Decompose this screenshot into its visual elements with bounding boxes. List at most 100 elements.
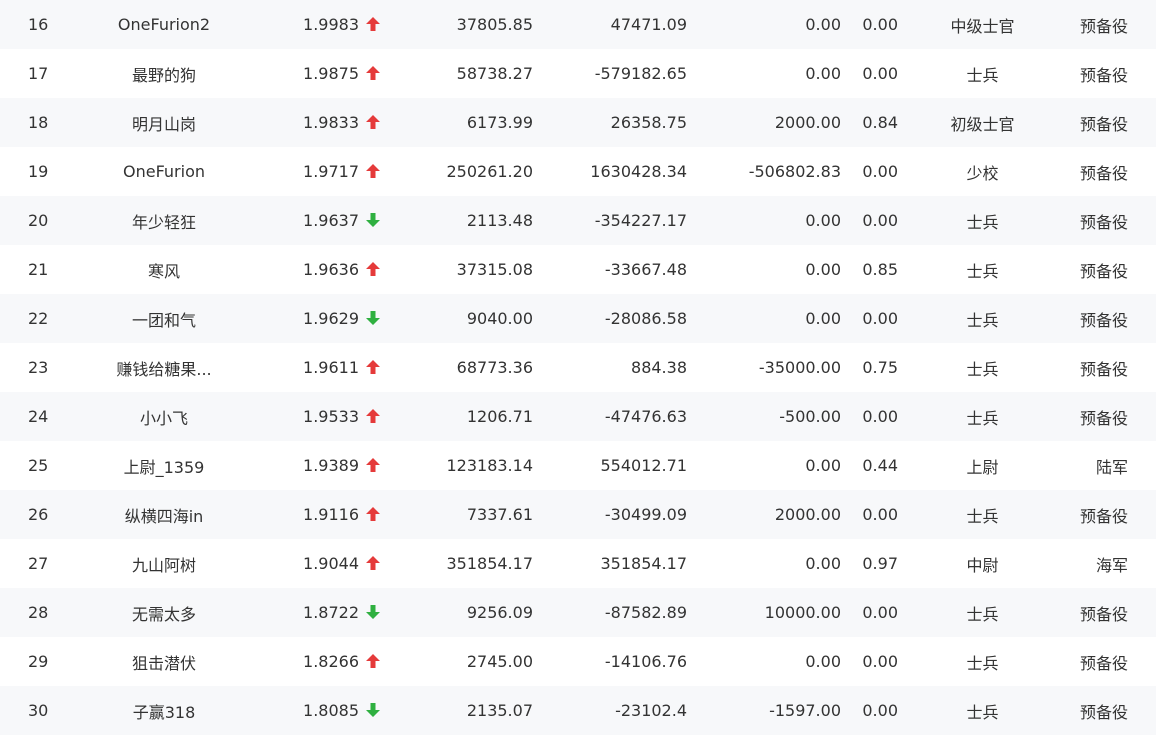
table-row[interactable]: 29 狙击潜伏 1.8266 2745.00 -14106.76 0.00 0.00 士兵 预备… [0, 637, 1156, 686]
value-2: -579182.65 [594, 64, 687, 83]
value-1: 1206.71 [466, 407, 533, 426]
value-1: 123183.14 [446, 456, 533, 475]
rank-cell: 21 [28, 260, 49, 279]
player-name: 狙击潜伏 [131, 653, 196, 673]
trend-cell [365, 490, 415, 539]
arrow-up-icon [366, 360, 380, 374]
army-branch: 预备役 [1079, 408, 1128, 428]
army-branch: 海军 [1095, 555, 1128, 575]
ratio-value: 1.9533 [303, 407, 359, 426]
trend-cell [365, 196, 415, 245]
value-3: 2000.00 [774, 505, 841, 524]
ratio-value: 1.9629 [303, 309, 359, 328]
rank-cell: 26 [28, 505, 49, 524]
table-row[interactable]: 16 OneFurion2 1.9983 37805.85 47471.09 0.00 0.… [0, 0, 1156, 49]
value-2: 884.38 [631, 358, 687, 377]
value-4: 0.00 [862, 162, 898, 181]
player-name: OneFurion2 [117, 15, 211, 34]
player-name: 寒风 [147, 261, 180, 281]
player-name: 上尉_1359 [123, 457, 205, 477]
player-name: 年少轻狂 [131, 212, 196, 232]
rank-cell: 28 [28, 603, 49, 622]
player-name: 纵横四海in [124, 506, 204, 526]
table-row[interactable]: 19 OneFurion 1.9717 250261.20 1630428.34 -506… [0, 147, 1156, 196]
ratio-value: 1.9116 [303, 505, 359, 524]
value-4: 0.84 [862, 113, 898, 132]
ratio-value: 1.9637 [303, 211, 359, 230]
player-name: 九山阿树 [131, 555, 196, 575]
arrow-up-icon [366, 262, 380, 276]
value-2: -23102.4 [615, 701, 687, 720]
value-2: -30499.09 [604, 505, 687, 524]
military-rank: 士兵 [966, 65, 999, 85]
military-rank: 士兵 [966, 359, 999, 379]
rank-cell: 25 [28, 456, 49, 475]
table-row[interactable]: 26 纵横四海in 1.9116 7337.61 -30499.09 2000.00 0.0… [0, 490, 1156, 539]
value-2: -33667.48 [604, 260, 687, 279]
value-3: 0.00 [805, 64, 841, 83]
ratio-value: 1.8085 [303, 701, 359, 720]
military-rank: 上尉 [966, 457, 999, 477]
ratio-value: 1.9611 [303, 358, 359, 377]
player-name: 无需太多 [131, 604, 196, 624]
rank-cell: 17 [28, 64, 49, 83]
value-2: 554012.71 [600, 456, 687, 475]
value-3: 0.00 [805, 211, 841, 230]
value-3: 0.00 [805, 554, 841, 573]
value-4: 0.00 [862, 64, 898, 83]
table-row[interactable]: 22 一团和气 1.9629 9040.00 -28086.58 0.00 0.00 士兵 预备… [0, 294, 1156, 343]
army-branch: 预备役 [1079, 114, 1128, 134]
value-4: 0.75 [862, 358, 898, 377]
value-3: -506802.83 [748, 162, 841, 181]
army-branch: 陆军 [1095, 457, 1128, 477]
value-2: -28086.58 [604, 309, 687, 328]
value-1: 9040.00 [466, 309, 533, 328]
trend-cell [365, 686, 415, 735]
army-branch: 预备役 [1079, 65, 1128, 85]
leaderboard-body: 16 OneFurion2 1.9983 37805.85 47471.09 0.00 0.… [0, 0, 1156, 735]
value-3: -1597.00 [769, 701, 841, 720]
player-name: 一团和气 [131, 310, 196, 330]
table-row[interactable]: 21 寒风 1.9636 37315.08 -33667.48 0.00 0.85 士兵 预备役 [0, 245, 1156, 294]
table-row[interactable]: 27 九山阿树 1.9044 351854.17 351854.17 0.00 0.97 中尉… [0, 539, 1156, 588]
trend-cell [365, 294, 415, 343]
table-row[interactable]: 23 赚钱给糖果... 1.9611 68773.36 884.38 -35000.00 0… [0, 343, 1156, 392]
arrow-up-icon [366, 556, 380, 570]
table-row[interactable]: 30 子赢318 1.8085 2135.07 -23102.4 -1597.00 0.00… [0, 686, 1156, 735]
ratio-value: 1.9875 [303, 64, 359, 83]
military-rank: 士兵 [966, 310, 999, 330]
table-row[interactable]: 24 小小飞 1.9533 1206.71 -47476.63 -500.00 0.00 士兵… [0, 392, 1156, 441]
military-rank: 中尉 [966, 555, 999, 575]
value-1: 58738.27 [456, 64, 533, 83]
table-row[interactable]: 25 上尉_1359 1.9389 123183.14 554012.71 0.00 0.4… [0, 441, 1156, 490]
ratio-value: 1.9833 [303, 113, 359, 132]
value-2: -14106.76 [604, 652, 687, 671]
military-rank: 中级士官 [950, 16, 1015, 36]
army-branch: 预备役 [1079, 163, 1128, 183]
value-1: 250261.20 [446, 162, 533, 181]
value-4: 0.00 [862, 505, 898, 524]
value-1: 2113.48 [466, 211, 533, 230]
trend-cell [365, 245, 415, 294]
table-row[interactable]: 20 年少轻狂 1.9637 2113.48 -354227.17 0.00 0.00 士兵 预… [0, 196, 1156, 245]
table-row[interactable]: 17 最野的狗 1.9875 58738.27 -579182.65 0.00 0.00 士兵… [0, 49, 1156, 98]
table-row[interactable]: 28 无需太多 1.8722 9256.09 -87582.89 10000.00 0.00… [0, 588, 1156, 637]
military-rank: 士兵 [966, 212, 999, 232]
military-rank: 士兵 [966, 408, 999, 428]
value-1: 351854.17 [446, 554, 533, 573]
value-1: 9256.09 [466, 603, 533, 622]
rank-cell: 29 [28, 652, 49, 671]
value-2: 47471.09 [610, 15, 687, 34]
rank-cell: 30 [28, 701, 49, 720]
arrow-up-icon [366, 409, 380, 423]
player-name: 小小飞 [139, 408, 188, 428]
rank-cell: 23 [28, 358, 49, 377]
value-3: 0.00 [805, 652, 841, 671]
table-row[interactable]: 18 明月山岗 1.9833 6173.99 26358.75 2000.00 0.84 初级… [0, 98, 1156, 147]
value-1: 2745.00 [466, 652, 533, 671]
player-name: 子赢318 [132, 702, 196, 722]
value-2: -47476.63 [604, 407, 687, 426]
rank-cell: 18 [28, 113, 49, 132]
value-1: 37315.08 [456, 260, 533, 279]
military-rank: 少校 [966, 163, 999, 183]
